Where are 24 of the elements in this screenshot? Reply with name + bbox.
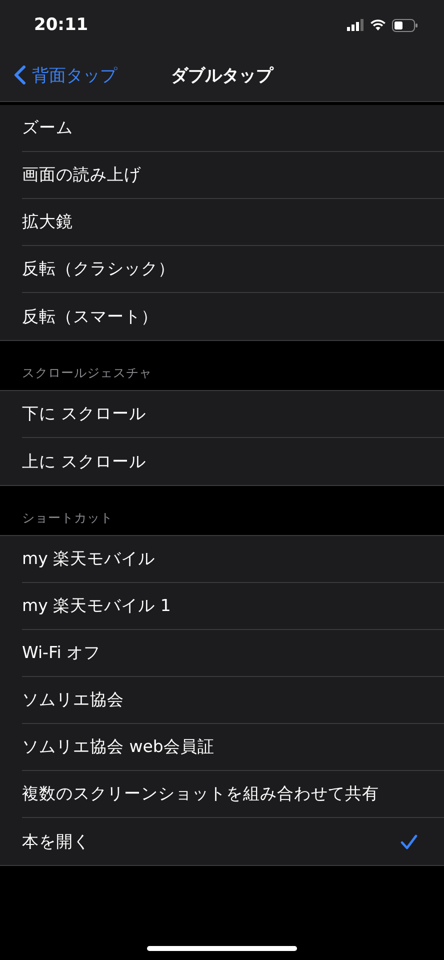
nav-title: ダブルタップ [171,64,273,86]
list-item[interactable]: 拡大鏡 [22,199,444,246]
section-header: スクロールジェスチャ [21,364,153,382]
list-item[interactable]: 複数のスクリーンショットを組み合わせて共有 [22,771,444,818]
list-item[interactable]: ソムリエ協会 [22,677,444,724]
chevron-left-icon [14,65,26,85]
list-item[interactable]: 反転（クラシック） [22,246,444,293]
list-item[interactable]: ズーム [22,105,444,152]
list-item[interactable]: ソムリエ協会 web会員証 [22,724,444,771]
battery-icon [392,18,418,32]
list-item[interactable]: Wi-Fi オフ [22,630,444,677]
back-button[interactable]: 背面タップ [0,64,117,86]
status-time: 20:11 [34,15,88,35]
list-item[interactable]: 画面の読み上げ [22,152,444,199]
wifi-icon [370,19,386,31]
checkmark-icon [400,834,418,850]
list-item[interactable]: my 楽天モバイル [22,536,444,583]
list-item[interactable]: 本を開く [22,818,444,865]
section-header: ショートカット [21,509,114,527]
list-item[interactable]: 反転（スマート） [22,293,444,340]
list-item[interactable]: my 楽天モバイル 1 [22,583,444,630]
list-item[interactable]: 上に スクロール [22,438,444,485]
signal-icon [347,19,364,31]
list-item[interactable]: 下に スクロール [22,391,444,438]
